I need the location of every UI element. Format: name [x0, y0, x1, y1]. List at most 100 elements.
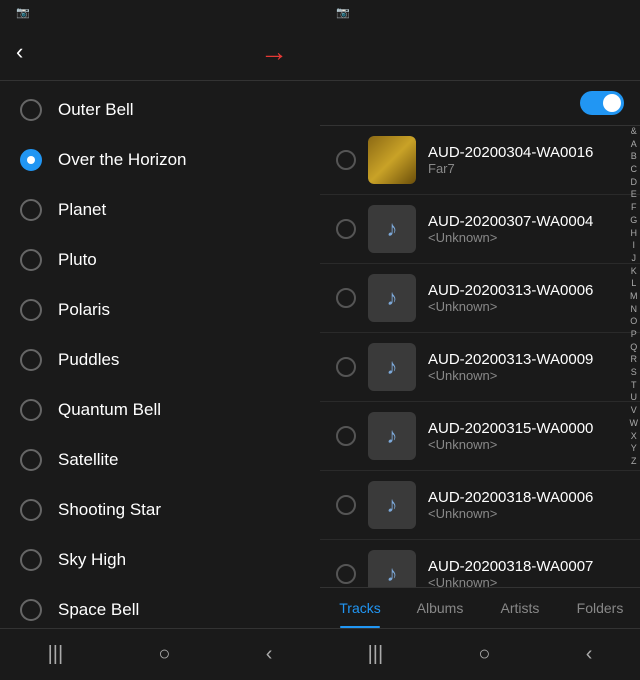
sound-info: AUD-20200318-WA0006<Unknown> [428, 489, 624, 521]
sound-thumbnail: ♪ [368, 274, 416, 322]
list-item[interactable]: Shooting Star [0, 485, 320, 535]
radio-circle [20, 349, 42, 371]
tab-artists[interactable]: Artists [480, 588, 560, 628]
list-item[interactable]: Pluto [0, 235, 320, 285]
arrow-indicator: → [260, 36, 288, 68]
sound-list: AUD-20200304-WA0016Far7 ♪ AUD-20200307-WA0… [320, 126, 640, 587]
sound-info: AUD-20200313-WA0006<Unknown> [428, 282, 624, 314]
left-header: ‹ → [0, 24, 320, 80]
sound-radio [336, 219, 356, 239]
sound-name: AUD-20200315-WA0000 [428, 420, 624, 437]
list-item[interactable]: Puddles [0, 335, 320, 385]
radio-circle [20, 599, 42, 621]
ringtone-name: Outer Bell [58, 100, 134, 120]
list-item[interactable]: Over the Horizon [0, 135, 320, 185]
back-button[interactable]: ‹ [16, 39, 23, 65]
toggle-row [320, 81, 640, 125]
tab-folders[interactable]: Folders [560, 588, 640, 628]
radio-circle [20, 199, 42, 221]
list-item[interactable]: Outer Bell [0, 85, 320, 135]
nav-back[interactable]: ‹ [266, 643, 273, 666]
list-item[interactable]: ♪ AUD-20200318-WA0007<Unknown> [320, 540, 640, 587]
right-nav-bar: ||| ○ ‹ [320, 628, 640, 680]
right-status-bar: 📷 [320, 0, 640, 24]
sound-info: AUD-20200304-WA0016Far7 [428, 144, 624, 176]
list-item[interactable]: ♪ AUD-20200318-WA0006<Unknown> [320, 471, 640, 540]
nav-home[interactable]: ○ [158, 643, 170, 666]
sound-info: AUD-20200307-WA0004<Unknown> [428, 213, 624, 245]
sound-radio [336, 426, 356, 446]
sound-sub: <Unknown> [428, 299, 624, 314]
left-header-right: → [260, 36, 304, 68]
ringtone-name: Sky High [58, 550, 126, 570]
sound-name: AUD-20200318-WA0007 [428, 558, 624, 575]
right-status-icon: 📷 [336, 6, 350, 19]
ringtone-name: Space Bell [58, 600, 139, 620]
left-nav-bar: ||| ○ ‹ [0, 628, 320, 680]
music-note-icon: ♪ [387, 492, 398, 518]
list-item[interactable]: ♪ AUD-20200313-WA0006<Unknown> [320, 264, 640, 333]
sound-sub: <Unknown> [428, 506, 624, 521]
sound-sub: <Unknown> [428, 575, 624, 587]
left-panel: 📷 ‹ → Outer Bell Over the Horizon Planet Pl… [0, 0, 320, 680]
ringtone-name: Quantum Bell [58, 400, 161, 420]
music-note-icon: ♪ [387, 354, 398, 380]
list-item[interactable]: ♪ AUD-20200315-WA0000<Unknown> [320, 402, 640, 471]
music-note-icon: ♪ [387, 561, 398, 587]
sound-radio [336, 357, 356, 377]
left-status-icon: 📷 [16, 6, 30, 19]
left-header-left: ‹ [16, 39, 31, 65]
radio-circle [20, 299, 42, 321]
radio-circle [20, 499, 42, 521]
sound-thumbnail: ♪ [368, 412, 416, 460]
list-item[interactable]: Satellite [0, 435, 320, 485]
sound-name: AUD-20200313-WA0006 [428, 282, 624, 299]
play-highlights-toggle[interactable] [580, 91, 624, 115]
list-item[interactable]: Polaris [0, 285, 320, 335]
ringtone-name: Planet [58, 200, 106, 220]
ringtone-list: Outer Bell Over the Horizon Planet Pluto Pol… [0, 81, 320, 628]
sound-name: AUD-20200318-WA0006 [428, 489, 624, 506]
sound-thumbnail: ♪ [368, 550, 416, 587]
sound-info: AUD-20200318-WA0007<Unknown> [428, 558, 624, 587]
sound-name: AUD-20200304-WA0016 [428, 144, 624, 161]
right-header [320, 24, 640, 80]
list-item[interactable]: AUD-20200304-WA0016Far7 [320, 126, 640, 195]
sound-sub: <Unknown> [428, 368, 624, 383]
tab-tracks[interactable]: Tracks [320, 588, 400, 628]
list-item[interactable]: Quantum Bell [0, 385, 320, 435]
right-status-time: 📷 [332, 6, 350, 19]
tab-albums[interactable]: Albums [400, 588, 480, 628]
list-item[interactable]: Sky High [0, 535, 320, 585]
left-status-bar: 📷 [0, 0, 320, 24]
sound-sub: Far7 [428, 161, 624, 176]
list-item[interactable]: Space Bell [0, 585, 320, 628]
radio-circle [20, 149, 42, 171]
radio-circle [20, 99, 42, 121]
right-nav-home[interactable]: ○ [478, 643, 490, 666]
sound-radio [336, 150, 356, 170]
radio-circle [20, 449, 42, 471]
ringtone-name: Satellite [58, 450, 118, 470]
sound-name: AUD-20200307-WA0004 [428, 213, 624, 230]
tabs-bar: TracksAlbumsArtistsFolders [320, 587, 640, 628]
list-item[interactable]: ♪ AUD-20200307-WA0004<Unknown> [320, 195, 640, 264]
ringtone-name: Pluto [58, 250, 97, 270]
music-note-icon: ♪ [387, 216, 398, 242]
sound-info: AUD-20200315-WA0000<Unknown> [428, 420, 624, 452]
sound-info: AUD-20200313-WA0009<Unknown> [428, 351, 624, 383]
ringtone-name: Shooting Star [58, 500, 161, 520]
ringtone-name: Polaris [58, 300, 110, 320]
left-status-time: 📷 [12, 6, 30, 19]
list-item[interactable]: ♪ AUD-20200313-WA0009<Unknown> [320, 333, 640, 402]
ringtone-name: Over the Horizon [58, 150, 187, 170]
sound-thumbnail: ♪ [368, 205, 416, 253]
sound-name: AUD-20200313-WA0009 [428, 351, 624, 368]
right-nav-recent-apps[interactable]: ||| [368, 643, 384, 666]
radio-circle [20, 399, 42, 421]
nav-recent-apps[interactable]: ||| [48, 643, 64, 666]
right-nav-back[interactable]: ‹ [586, 643, 593, 666]
sound-sub: <Unknown> [428, 437, 624, 452]
list-item[interactable]: Planet [0, 185, 320, 235]
sound-radio [336, 495, 356, 515]
